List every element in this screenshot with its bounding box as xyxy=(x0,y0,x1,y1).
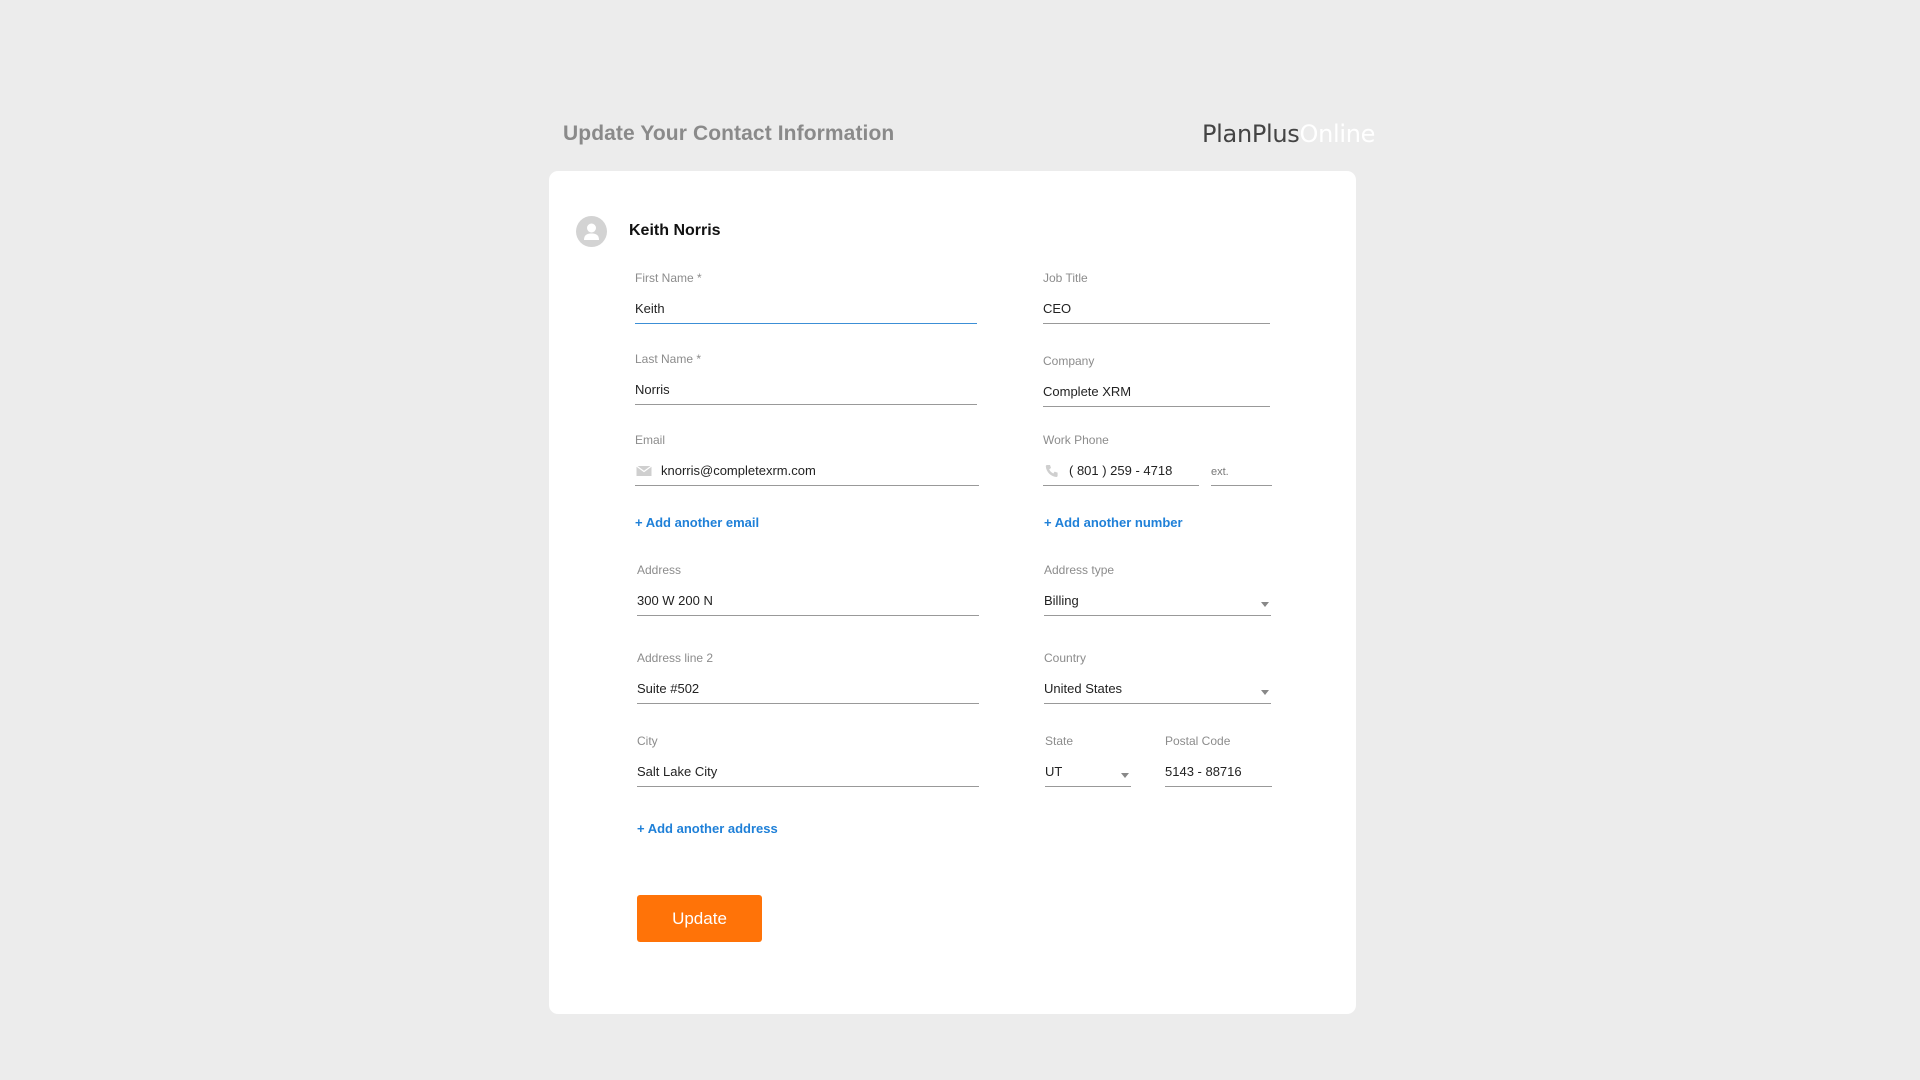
first-name-label: First Name * xyxy=(635,271,702,285)
state-select[interactable]: State UT xyxy=(1045,734,1131,790)
logo-sub-text: Online xyxy=(1299,120,1376,148)
phone-extension-underline xyxy=(1211,485,1272,486)
address-line2-label: Address line 2 xyxy=(637,651,714,665)
logo-main-text: PlanPlus xyxy=(1202,120,1300,148)
postal-code-underline xyxy=(1165,786,1272,787)
country-select[interactable]: Country United States xyxy=(1044,651,1271,707)
work-phone-underline xyxy=(1043,485,1199,486)
first-name-underline xyxy=(635,323,977,324)
work-phone-value[interactable]: ( 801 ) 259 - 4718 xyxy=(1069,463,1172,478)
job-title-label: Job Title xyxy=(1043,271,1088,285)
last-name-label: Last Name * xyxy=(635,352,702,366)
job-title-field[interactable]: Job Title CEO xyxy=(1043,271,1270,327)
phone-icon xyxy=(1045,465,1058,477)
phone-extension-placeholder[interactable]: ext. xyxy=(1211,466,1229,478)
phone-extension-field[interactable]: ext. xyxy=(1211,433,1272,489)
address-type-value[interactable]: Billing xyxy=(1044,593,1079,608)
job-title-value[interactable]: CEO xyxy=(1043,301,1071,316)
state-label: State xyxy=(1045,734,1074,748)
address-field[interactable]: Address 300 W 200 N xyxy=(637,563,979,619)
page-title: Update Your Contact Information xyxy=(563,122,895,145)
contact-card: Keith Norris First Name * Keith Last Nam… xyxy=(549,171,1356,1014)
first-name-value[interactable]: Keith xyxy=(635,301,665,316)
email-underline xyxy=(635,485,979,486)
country-label: Country xyxy=(1044,651,1087,665)
country-value[interactable]: United States xyxy=(1044,681,1122,696)
add-another-address-link[interactable]: + Add another address xyxy=(637,821,778,836)
caret-down-icon[interactable] xyxy=(1261,690,1269,695)
email-field[interactable]: Email knorris@completexrm.com xyxy=(635,433,979,489)
last-name-underline xyxy=(635,404,977,405)
address-type-label: Address type xyxy=(1044,563,1115,577)
envelope-icon xyxy=(636,465,652,476)
company-value[interactable]: Complete XRM xyxy=(1043,384,1131,399)
state-value[interactable]: UT xyxy=(1045,764,1062,779)
planplus-logo: PlanPlusOnline xyxy=(1202,120,1375,148)
avatar xyxy=(576,216,607,247)
city-value[interactable]: Salt Lake City xyxy=(637,764,717,779)
last-name-value[interactable]: Norris xyxy=(635,382,670,397)
company-underline xyxy=(1043,406,1270,407)
state-underline xyxy=(1045,786,1131,787)
person-icon xyxy=(584,223,599,240)
postal-code-label: Postal Code xyxy=(1165,734,1231,748)
address-label: Address xyxy=(637,563,682,577)
last-name-field[interactable]: Last Name * Norris xyxy=(635,352,977,408)
address-line2-value[interactable]: Suite #502 xyxy=(637,681,699,696)
city-field[interactable]: City Salt Lake City xyxy=(637,734,979,790)
address-type-select[interactable]: Address type Billing xyxy=(1044,563,1271,619)
address-underline xyxy=(637,615,979,616)
address-value[interactable]: 300 W 200 N xyxy=(637,593,713,608)
country-underline xyxy=(1044,703,1271,704)
update-button[interactable]: Update xyxy=(637,895,762,942)
add-another-email-link[interactable]: + Add another email xyxy=(635,515,759,530)
email-value[interactable]: knorris@completexrm.com xyxy=(661,463,816,478)
user-name: Keith Norris xyxy=(629,222,721,239)
work-phone-field[interactable]: Work Phone ( 801 ) 259 - 4718 xyxy=(1043,433,1199,489)
job-title-underline xyxy=(1043,323,1270,324)
add-another-number-link[interactable]: + Add another number xyxy=(1044,515,1183,530)
city-underline xyxy=(637,786,979,787)
address-line2-underline xyxy=(637,703,979,704)
postal-code-value[interactable]: 5143 - 88716 xyxy=(1165,764,1242,779)
caret-down-icon[interactable] xyxy=(1121,773,1129,778)
caret-down-icon[interactable] xyxy=(1261,602,1269,607)
postal-code-field[interactable]: Postal Code 5143 - 88716 xyxy=(1165,734,1272,790)
email-label: Email xyxy=(635,433,666,447)
address-line2-field[interactable]: Address line 2 Suite #502 xyxy=(637,651,979,707)
address-type-underline xyxy=(1044,615,1271,616)
company-field[interactable]: Company Complete XRM xyxy=(1043,354,1270,410)
company-label: Company xyxy=(1043,354,1095,368)
city-label: City xyxy=(637,734,658,748)
work-phone-label: Work Phone xyxy=(1043,433,1109,447)
first-name-field[interactable]: First Name * Keith xyxy=(635,271,977,327)
